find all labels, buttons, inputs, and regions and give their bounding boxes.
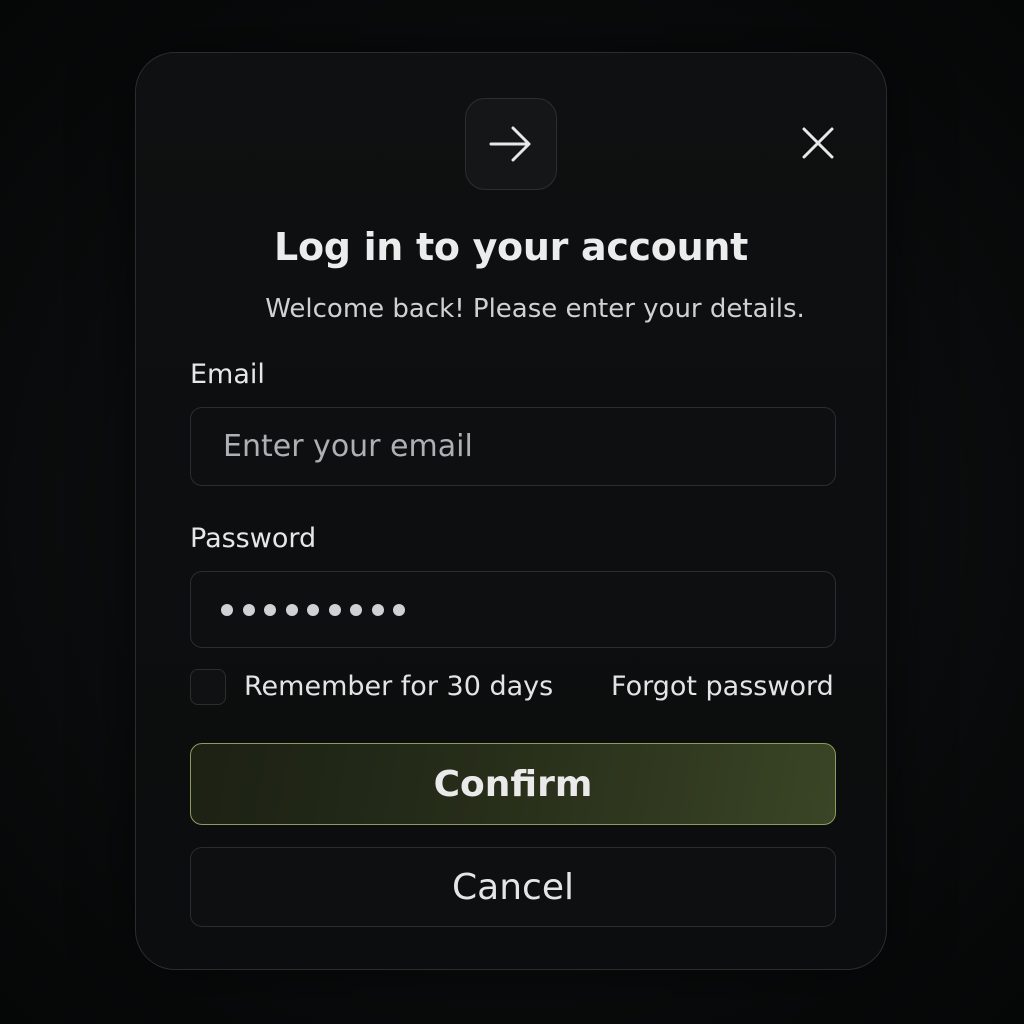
- forgot-password-link[interactable]: Forgot password: [611, 671, 834, 702]
- password-field[interactable]: [190, 571, 836, 648]
- password-dot: [371, 603, 384, 616]
- password-dot: [307, 603, 319, 616]
- password-dot: [393, 603, 405, 616]
- login-dialog: Log in to your account Welcome back! Ple…: [135, 52, 887, 970]
- password-dot: [264, 603, 276, 616]
- close-button[interactable]: [796, 121, 840, 165]
- dialog-subtitle: Welcome back! Please enter your details.: [265, 294, 805, 324]
- arrow-right-icon: [489, 126, 531, 162]
- email-input[interactable]: [221, 428, 835, 465]
- password-dot: [350, 603, 362, 616]
- password-dot: [285, 603, 298, 616]
- password-dot: [242, 603, 255, 616]
- cancel-button[interactable]: Cancel: [190, 847, 836, 927]
- email-field[interactable]: [190, 407, 836, 486]
- password-dot: [328, 603, 341, 616]
- remember-checkbox[interactable]: [190, 669, 226, 705]
- email-label: Email: [190, 359, 265, 390]
- login-icon-tile: [465, 98, 557, 190]
- remember-label[interactable]: Remember for 30 days: [244, 671, 553, 702]
- password-dot: [221, 603, 233, 616]
- close-icon: [802, 127, 834, 159]
- confirm-button[interactable]: Confirm: [190, 743, 836, 825]
- password-label: Password: [190, 523, 317, 554]
- dialog-title: Log in to your account: [274, 225, 748, 269]
- password-masked-value: [221, 603, 405, 616]
